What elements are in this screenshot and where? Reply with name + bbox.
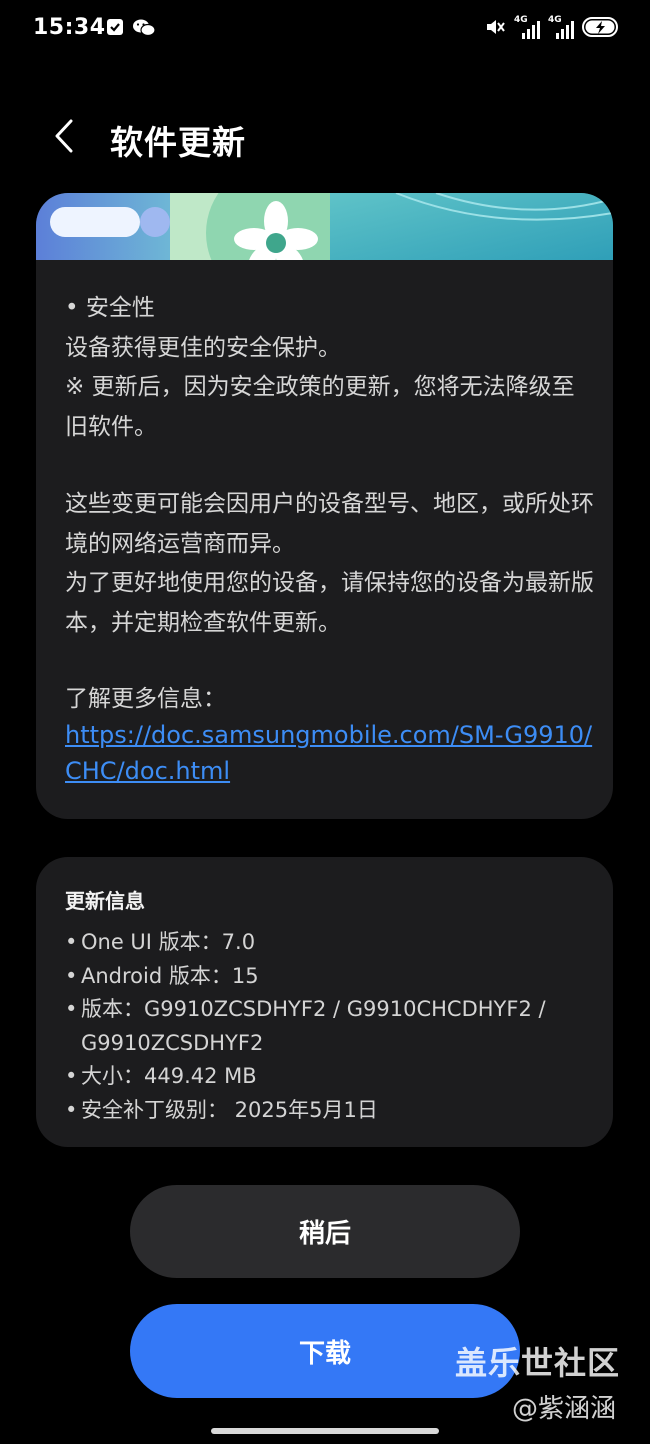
wechat-icon — [132, 18, 156, 42]
mute-icon — [484, 16, 506, 42]
more-info-link[interactable]: https://doc.samsungmobile.com/SM-G9910/C… — [65, 717, 595, 789]
signal-icon: 4G — [548, 15, 574, 41]
notes-line: 设备获得更佳的安全保护。 — [65, 334, 341, 361]
update-info-card: 更新信息 • One UI 版本：7.0 • Android 版本：15 • 版本：G… — [36, 857, 613, 1147]
update-info-title: 更新信息 — [65, 889, 145, 913]
release-notes-card: • 安全性 设备获得更佳的安全保护。 ※ 更新后，因为安全政策的更新，您将无法降… — [36, 193, 613, 819]
release-notes-text: • 安全性 设备获得更佳的安全保护。 ※ 更新后，因为安全政策的更新，您将无法降… — [65, 289, 595, 789]
status-time: 15:34 — [33, 15, 106, 40]
later-button[interactable]: 稍后 — [130, 1185, 520, 1278]
chevron-left-icon — [55, 119, 73, 153]
list-item: • Android 版本：15 — [65, 963, 259, 988]
notes-line: ※ 更新后，因为安全政策的更新，您将无法降级至旧软件。 — [65, 374, 575, 440]
update-info-list: • One UI 版本：7.0 • Android 版本：15 • 版本：G9910Z… — [65, 926, 595, 1127]
update-banner-illustration — [36, 193, 613, 260]
notes-paragraph: 为了更好地使用您的设备，请保持您的设备为最新版本，并定期检查软件更新。 — [65, 570, 594, 636]
list-item: • 大小：449.42 MB — [65, 1064, 257, 1088]
page-title: 软件更新 — [110, 123, 246, 162]
signal-icon: 4G — [514, 15, 540, 41]
list-item: • 版本：G9910ZCSDHYF2 / G9910CHCDHYF2 / G991… — [65, 997, 553, 1055]
notes-line: • 安全性 — [65, 295, 155, 321]
battery-charging-icon — [582, 16, 620, 42]
status-bar: 15:34 4G 4G — [0, 0, 650, 60]
home-indicator[interactable] — [211, 1428, 439, 1434]
list-item: • One UI 版本：7.0 — [65, 930, 256, 954]
community-watermark: 盖乐世社区 — [455, 1344, 621, 1382]
title-bar: 软件更新 — [0, 100, 650, 174]
notes-paragraph: 这些变更可能会因用户的设备型号、地区，或所处环境的网络运营商而异。 — [65, 491, 594, 557]
more-info-label: 了解更多信息： — [65, 686, 226, 712]
author-watermark: @紫涵涵 — [512, 1394, 617, 1424]
back-button[interactable] — [44, 114, 84, 158]
list-item: • 安全补丁级别： 2025年5月1日 — [65, 1097, 378, 1122]
checkbox-notification-icon — [106, 18, 124, 42]
